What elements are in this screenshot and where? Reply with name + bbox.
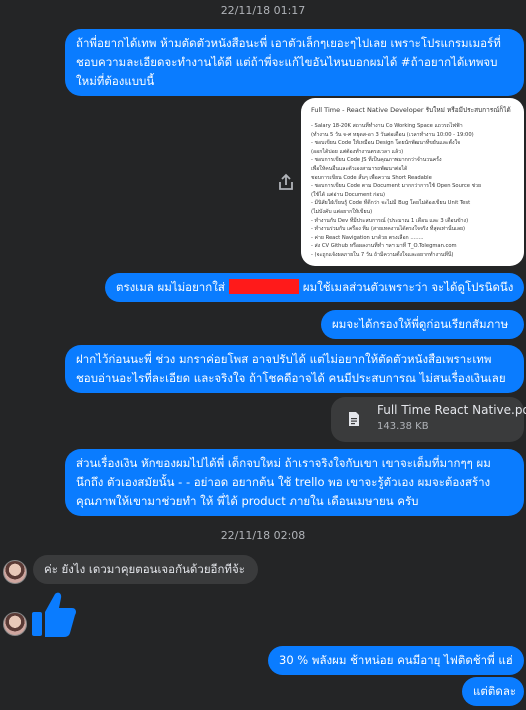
- avatar[interactable]: [3, 560, 27, 584]
- share-icon[interactable]: [276, 172, 296, 192]
- thumbs-up-icon[interactable]: [31, 590, 77, 638]
- attachment-name: Full Time React Native.pdf: [377, 403, 526, 417]
- timestamp: 22/11/18 02:08: [220, 529, 306, 542]
- job-post-image[interactable]: Full Time - React Native Developer รับให…: [301, 98, 524, 266]
- attachment-size: 143.38 KB: [377, 421, 429, 432]
- message-text: ผมใช้เมลส่วนตัวเพราะว่า จะได้ดูโปรนิดนึง: [302, 280, 514, 294]
- job-post-line: - (จะถูกแจ้งผลภายใน 7 วัน ถ้ามีความตั้งใ…: [311, 251, 454, 258]
- file-icon: [347, 411, 361, 431]
- job-post-line: - มีนิสัยใฝ่เรียนรู้ Code ที่ดีกว่า จะไม…: [311, 200, 471, 207]
- message-bubble-sent[interactable]: ผมจะได้กรองให้พี่ดูก่อนเรียกสัมภาษ: [321, 310, 524, 339]
- message-bubble-sent[interactable]: ถ้าพี่อยากได้เทพ ห้ามตัดตัวหนังสือนะพี่ …: [65, 29, 524, 96]
- message-bubble-received[interactable]: ค่ะ ยังไง เดวมาคุยตอนเจอกันด้วยอีกทีจ้ะ: [33, 555, 258, 584]
- job-post-line: - ชอบการเขียน Code ตาม Document มากกว่าก…: [311, 183, 482, 190]
- message-bubble-sent[interactable]: ฝากไว้ก่อนนะพี่ ช่วง มกราค่อยโพส อาจปรับ…: [65, 345, 524, 393]
- job-post-line: ชอบการเขียน Code สั้นๆ เพื่อความ Short R…: [311, 174, 432, 181]
- timestamp: 22/11/18 01:17: [220, 4, 306, 17]
- job-post-line: (ออกได้บ่อย แต่ต้องทำงานตรงเวลา แล้ว): [311, 148, 404, 155]
- job-post-line: (ทำงาน 5 วัน จ-ศ หยุดส-อา 3 วันต่อเดือน …: [311, 131, 474, 138]
- pdf-attachment[interactable]: Full Time React Native.pdf 143.38 KB: [331, 397, 526, 442]
- job-post-lines: - Salary 18-20K สถานที่ทำงาน Co Working …: [311, 122, 514, 260]
- message-bubble-sent[interactable]: ส่วนเรื่องเงิน หักของผมไปได้พี่ เด็กจบให…: [65, 449, 524, 516]
- message-bubble-sent[interactable]: ตรงเมล ผมไม่อยากใส่ ผมใช้เมลส่วนตัวเพราะว…: [105, 273, 524, 302]
- job-post-line: - ค่าย React Navigation มาด้วย ตรงเลือก …: [311, 234, 424, 241]
- job-post-line: - ทำงานกับ Dev ที่มีประสบการณ์ (ประมาณ 1…: [311, 217, 469, 224]
- job-post-line: - ทำงานร่วมกับ เครื่อง ทีม (สายเทคงานได้…: [311, 226, 466, 233]
- job-post-title: Full Time - React Native Developer รับให…: [311, 106, 511, 114]
- job-post-line: (ใช้ได้ แต่อ่าน Document ก่อน): [311, 191, 385, 198]
- message-text: ตรงเมล ผมไม่อยากใส่: [116, 280, 225, 294]
- job-post-line: (ไม่บังคับ แต่อยากให้เขียน): [311, 208, 373, 215]
- job-post-line: - ชอบเขียน Code ให้เหมือน Design โดยนักพ…: [311, 140, 461, 147]
- redacted-box: [228, 279, 299, 294]
- job-post-line: - ส่ง CV Github หรือผลงานที่ทำ ฯลฯ มาที่…: [311, 243, 457, 250]
- avatar[interactable]: [3, 612, 27, 636]
- job-post-line: - ชอบการเขียน Code JS ที่เป็นคุณภาพมากกว…: [311, 157, 442, 164]
- message-bubble-sent[interactable]: 30 % พลังผม ช้าหน่อย คนมีอายุ ไฟติดช้าพี…: [268, 646, 524, 675]
- job-post-line: เพื่อให้คนอื่นและตัวเองสามารถพัฒนาต่อได้: [311, 165, 408, 172]
- job-post-line: - Salary 18-20K สถานที่ทำงาน Co Working …: [311, 123, 463, 129]
- message-bubble-sent[interactable]: แต่ติดละ: [462, 677, 524, 706]
